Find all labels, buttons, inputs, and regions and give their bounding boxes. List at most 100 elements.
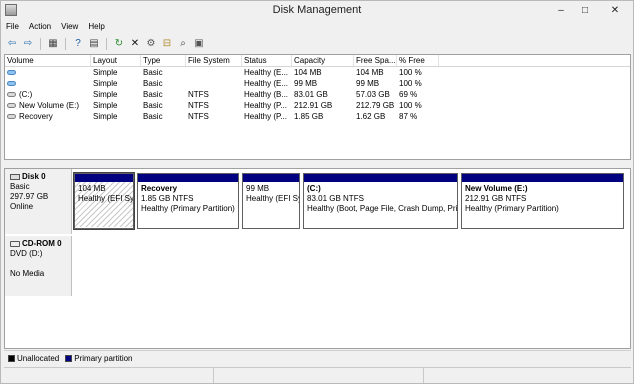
column-header-file-system[interactable]: File System (186, 55, 242, 66)
partition-size: 99 MB (246, 184, 270, 193)
percent-free-cell: 100 % (399, 79, 422, 88)
partition-block[interactable]: Recovery 1.85 GB NTFS Healthy (Primary Par… (137, 173, 239, 229)
disk-label[interactable]: Disk 0 Basic 297.97 GB Online (5, 169, 72, 234)
status-cell: Healthy (E... (244, 68, 289, 77)
volume-row[interactable]: (C:) Simple Basic NTFS Healthy (B... 83.01 GB… (5, 89, 630, 100)
layout-cell: Simple (93, 68, 118, 77)
disk-row: Disk 0 Basic 297.97 GB Online 104 MB Healthy … (5, 169, 630, 234)
column-header-layout[interactable]: Layout (91, 55, 141, 66)
maximize-button[interactable]: □ (573, 1, 597, 20)
menu-action[interactable]: Action (24, 20, 56, 34)
menu-file[interactable]: File (1, 20, 24, 34)
drive-icon (7, 81, 16, 86)
capacity-cell: 83.01 GB (294, 90, 328, 99)
partition-name: (C:) (307, 184, 321, 193)
pane-splitter[interactable] (1, 161, 633, 167)
column-header-percent-free[interactable]: % Free (397, 55, 439, 66)
menu-view[interactable]: View (56, 20, 83, 34)
partition-name: New Volume (E:) (465, 184, 528, 193)
volume-name: New Volume (E:) (19, 101, 80, 110)
console-tree-icon[interactable]: ▦ (46, 37, 60, 51)
toolbar-separator (40, 37, 41, 50)
status-cell: Healthy (B... (244, 90, 289, 99)
legend-item: Primary partition (65, 354, 133, 363)
cd-rom-icon (10, 241, 20, 247)
file-system-cell (186, 78, 242, 89)
volume-list-header: Volume Layout Type File System Status Ca… (5, 55, 630, 67)
column-header-free-space[interactable]: Free Spa... (354, 55, 397, 66)
partition-block[interactable]: New Volume (E:) 212.91 GB NTFS Healthy (Pr… (461, 173, 624, 229)
toolbar: ⇦ ⇨ ▦? ▤ ↻ ✕ ⚙ ⊟ ⌕ ▣ (1, 35, 633, 52)
volume-name-cell: (C:) (5, 89, 91, 100)
status-cell: Healthy (E... (244, 79, 289, 88)
status-cell (214, 368, 424, 383)
partition-block[interactable]: 99 MBHealthy (EFI Sys (242, 173, 300, 229)
legend-swatch (8, 355, 15, 362)
capacity-cell: 212.91 GB (294, 101, 333, 110)
free-space-cell: 99 MB (356, 79, 380, 88)
properties-icon[interactable]: ▤ (87, 37, 101, 51)
partition-type-bar (138, 174, 238, 182)
open-folder-icon[interactable]: ⊟ (160, 37, 174, 51)
forward-arrow-icon[interactable]: ⇨ (21, 37, 35, 51)
type-cell: Basic (143, 79, 163, 88)
column-header-volume[interactable]: Volume (5, 55, 91, 66)
minimize-button[interactable]: – (549, 1, 573, 20)
column-header-status[interactable]: Status (242, 55, 292, 66)
toolbar-separator (106, 37, 107, 50)
file-system-cell (186, 67, 242, 78)
delete-icon[interactable]: ✕ (128, 37, 142, 51)
file-system-cell: NTFS (188, 90, 209, 99)
legend-item: Unallocated (8, 354, 59, 363)
window-title: Disk Management (272, 4, 362, 16)
column-header-capacity[interactable]: Capacity (292, 55, 354, 66)
percent-free-cell: 87 % (399, 112, 418, 121)
capacity-cell: 1.85 GB (294, 112, 324, 121)
volume-row[interactable]: New Volume (E:) Simple Basic NTFS Healthy (P… (5, 100, 630, 111)
volume-name-cell: New Volume (E:) (5, 100, 91, 111)
volume-rows: Simple Basic Healthy (E... 104 MB 104 MB 100 … (5, 67, 630, 122)
disk-info: DVD (D:) (10, 249, 43, 258)
settings-icon[interactable]: ⚙ (144, 37, 158, 51)
legend-label: Primary partition (74, 354, 133, 363)
partition-status: Healthy (Boot, Page File, Crash Dump, Pr… (307, 204, 457, 213)
partition-block[interactable]: (C:) 83.01 GB NTFS Healthy (Boot, Page Fil… (303, 173, 458, 229)
volume-name-cell: Recovery (5, 111, 91, 122)
volume-name: (C:) (19, 90, 33, 99)
partition-size: 212.91 GB NTFS (465, 194, 527, 203)
volume-name: Recovery (19, 112, 53, 121)
toolbar-separator (65, 37, 66, 50)
disk-map: Disk 0 Basic 297.97 GB Online 104 MB Healthy … (4, 168, 631, 349)
free-space-cell: 104 MB (356, 68, 384, 77)
search-icon[interactable]: ⌕ (176, 37, 190, 51)
rescan-disks-icon[interactable]: ▣ (192, 37, 206, 51)
partition-status: Healthy (Primary Partition) (141, 204, 235, 213)
column-header-type[interactable]: Type (141, 55, 186, 66)
partition-size: 83.01 GB NTFS (307, 194, 364, 203)
volume-row[interactable]: Simple Basic Healthy (E... 104 MB 104 MB 100 … (5, 67, 630, 78)
partition-block[interactable]: 104 MB Healthy (EFI Sys (73, 172, 135, 230)
help-icon[interactable]: ? (71, 37, 85, 51)
disk-info: Basic (10, 182, 30, 191)
free-space-cell: 212.79 GB (356, 101, 395, 110)
legend-label: Unallocated (17, 354, 60, 363)
title-bar: Disk Management – □ ✕ (1, 1, 633, 20)
volume-row[interactable]: Recovery Simple Basic NTFS Healthy (P... 1.85… (5, 111, 630, 122)
volume-row[interactable]: Simple Basic Healthy (E... 99 MB 99 MB 100 % (5, 78, 630, 89)
partition-size: 1.85 GB NTFS (141, 194, 194, 203)
legend: Unallocated Primary partition (4, 350, 631, 366)
percent-free-cell: 69 % (399, 90, 418, 99)
status-cell: Healthy (P... (244, 112, 287, 121)
hard-disk-icon (10, 174, 20, 180)
percent-free-cell: 100 % (399, 68, 422, 77)
menu-help[interactable]: Help (83, 20, 109, 34)
type-cell: Basic (143, 68, 163, 77)
free-space-cell: 1.62 GB (356, 112, 386, 121)
close-button[interactable]: ✕ (597, 1, 633, 20)
partition-type-bar (462, 174, 623, 182)
disk-name: Disk 0 (22, 172, 46, 181)
disk-label[interactable]: CD-ROM 0 DVD (D:) No Media (5, 236, 72, 296)
window-controls: – □ ✕ (549, 1, 633, 20)
refresh-icon[interactable]: ↻ (112, 37, 126, 51)
back-arrow-icon[interactable]: ⇦ (5, 37, 19, 51)
